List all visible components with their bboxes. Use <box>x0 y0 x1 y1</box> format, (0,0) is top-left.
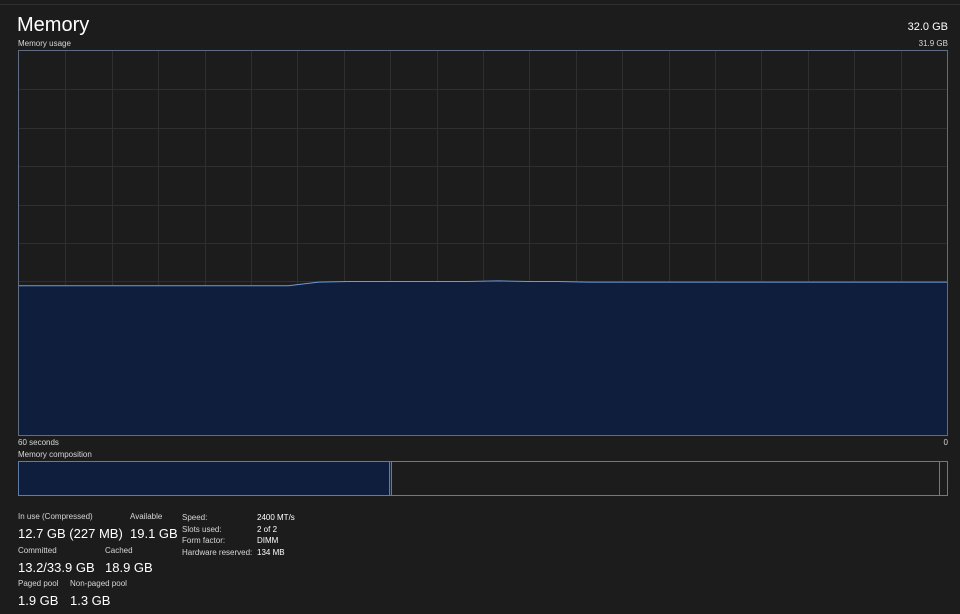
spec-slots-label: Slots used: <box>182 524 222 534</box>
window-top-divider <box>0 4 960 5</box>
total-memory: 32.0 GB <box>907 21 948 33</box>
spec-speed-value: 2400 MT/s <box>257 513 295 522</box>
graph-time-end-label: 0 <box>943 438 948 447</box>
memory-usage-graph <box>18 50 948 436</box>
graph-time-start-label: 60 seconds <box>18 438 59 447</box>
page-title: Memory <box>17 14 90 36</box>
spec-hardware-reserved-value: 134 MB <box>257 547 285 557</box>
spec-hardware-reserved-label: Hardware reserved: <box>182 547 253 557</box>
stat-non-paged-pool-label: Non-paged pool <box>70 579 127 588</box>
stat-cached-label: Cached <box>105 546 133 555</box>
spec-slots-value: 2 of 2 <box>257 524 278 534</box>
spec-speed: Speed: 2400 MT/s <box>182 512 295 524</box>
spec-form-factor-value: DIMM <box>257 536 279 545</box>
stat-available: Available 19.1 GB <box>130 512 178 542</box>
memory-usage-label: Memory usage <box>18 39 71 48</box>
hardware-specs: Speed: 2400 MT/s Slots used: 2 of 2 Form… <box>182 512 295 558</box>
spec-form-factor-label: Form factor: <box>182 536 226 545</box>
stat-non-paged-pool-value: 1.3 GB <box>70 593 111 608</box>
stat-committed-label: Committed <box>18 546 57 555</box>
composition-standby-segment <box>392 462 940 495</box>
stat-available-label: Available <box>130 512 163 521</box>
stat-in-use: In use (Compressed) 12.7 GB (227 MB) <box>18 512 123 542</box>
stat-paged-pool-value: 1.9 GB <box>18 593 59 608</box>
stat-cached-value: 18.9 GB <box>105 560 153 575</box>
stat-in-use-value: 12.7 GB (227 MB) <box>18 526 123 541</box>
stat-in-use-label: In use (Compressed) <box>18 512 93 521</box>
stat-committed-value: 13.2/33.9 GB <box>18 560 95 575</box>
composition-in-use-segment <box>19 462 390 495</box>
usage-area <box>19 280 947 435</box>
spec-hardware-reserved: Hardware reserved: 134 MB <box>182 547 295 559</box>
stat-committed: Committed 13.2/33.9 GB <box>18 546 95 576</box>
graph-max-label: 31.9 GB <box>918 39 948 48</box>
spec-form-factor: Form factor: DIMM <box>182 535 295 547</box>
memory-usage-chart <box>19 51 947 435</box>
stat-available-value: 19.1 GB <box>130 526 178 541</box>
stat-non-paged-pool: Non-paged pool 1.3 GB <box>70 579 127 609</box>
stat-paged-pool: Paged pool 1.9 GB <box>18 579 58 609</box>
stat-paged-pool-label: Paged pool <box>18 579 59 588</box>
spec-speed-label: Speed: <box>182 513 208 522</box>
memory-composition-bar <box>18 461 948 496</box>
composition-free-segment <box>940 462 947 495</box>
stat-cached: Cached 18.9 GB <box>105 546 153 576</box>
memory-composition-label: Memory composition <box>18 450 92 459</box>
spec-slots: Slots used: 2 of 2 <box>182 524 295 536</box>
